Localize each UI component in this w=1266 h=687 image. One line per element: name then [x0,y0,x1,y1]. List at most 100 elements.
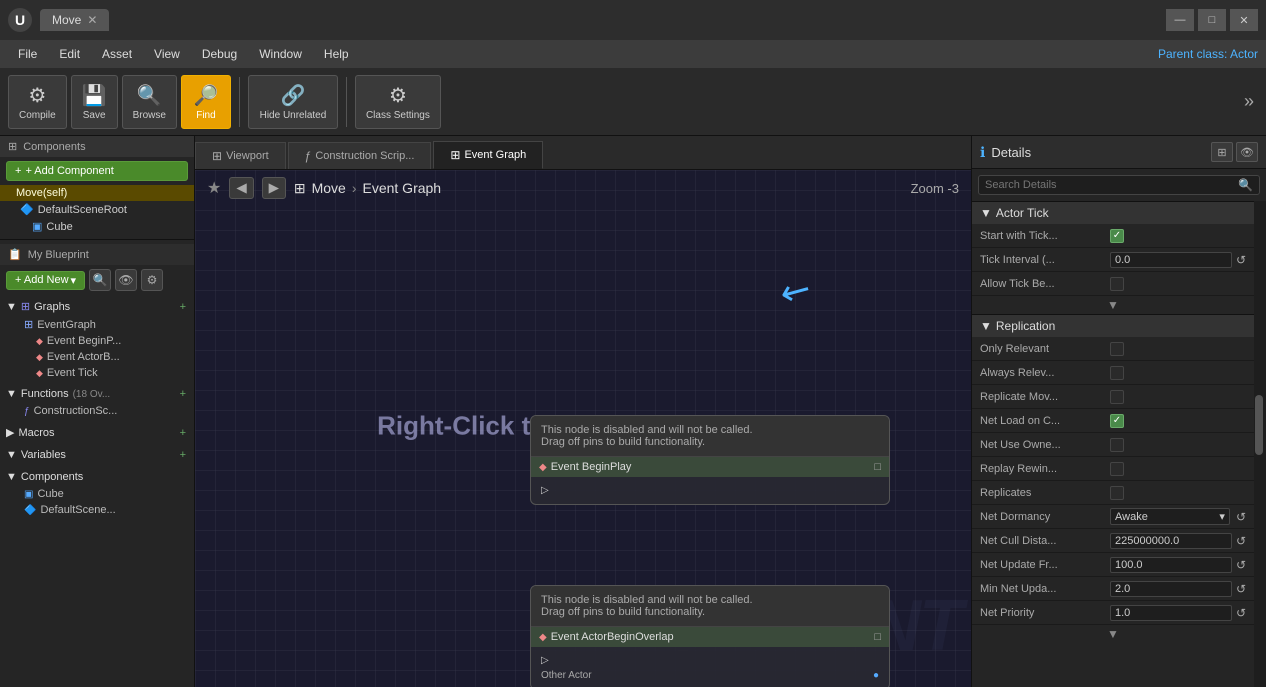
menu-view[interactable]: View [144,45,190,63]
cull-reset-icon[interactable]: ↺ [1236,534,1246,548]
event-graph-item[interactable]: ⊞ EventGraph [0,316,194,333]
search-input[interactable] [985,179,1238,191]
event-actor-begin-item[interactable]: ◆ Event ActorB... [0,349,194,365]
right-scroll-thumb[interactable] [1255,395,1263,455]
variables-add-button[interactable]: + [180,449,186,461]
prop-net-update-freq-input[interactable] [1110,557,1232,573]
node1-collapse-button[interactable]: □ [874,461,881,473]
event-tick-item[interactable]: ◆ Event Tick [0,365,194,381]
prop-replay-rewind-checkbox[interactable] [1110,462,1124,476]
prop-allow-tick-checkbox[interactable] [1110,277,1124,291]
nav-back-button[interactable]: ◀ [229,177,253,199]
macros-add-button[interactable]: + [180,427,186,439]
prop-min-net-update-label: Min Net Upda... [980,583,1110,595]
prop-replicate-mov-checkbox[interactable] [1110,390,1124,404]
cube-var-item[interactable]: ▣ Cube [0,486,194,502]
search-icon: 🔍 [1238,178,1253,192]
variables-arrow: ▼ [6,449,17,461]
tick-interval-reset-icon[interactable]: ↺ [1236,253,1246,267]
prop-min-net-update-input[interactable] [1110,581,1232,597]
graphs-add-button[interactable]: + [180,301,186,313]
minimize-button[interactable]: — [1166,9,1194,31]
prop-tick-interval-value: ↺ [1110,252,1246,268]
min-update-reset-icon[interactable]: ↺ [1236,582,1246,596]
prop-net-use-owner-checkbox[interactable] [1110,438,1124,452]
menu-file[interactable]: File [8,45,47,63]
cube-component-label: Cube [46,221,72,233]
node2-msg-line2: Drag off pins to build functionality. [541,606,879,618]
zoom-label: Zoom -3 [911,181,959,196]
graphs-section-header[interactable]: ▼ ⊞ Graphs + [0,297,194,316]
actor-tick-header[interactable]: ▼ Actor Tick [972,201,1254,224]
functions-section-header[interactable]: ▼ Functions (18 Ov... + [0,385,194,403]
replication-header[interactable]: ▼ Replication [972,314,1254,337]
maximize-button[interactable]: □ [1198,9,1226,31]
tab-viewport[interactable]: ⊞ Move Viewport [195,142,286,169]
menu-help[interactable]: Help [314,45,359,63]
prop-only-relevant-checkbox[interactable] [1110,342,1124,356]
replication-bottom-arrow[interactable]: ▼ [972,625,1254,643]
nav-forward-button[interactable]: ▶ [262,177,286,199]
menu-debug[interactable]: Debug [192,45,247,63]
tab-event-graph[interactable]: ⊞ Event Graph [433,141,543,169]
tab-close-icon[interactable]: ✕ [87,13,97,27]
find-button[interactable]: 🔎 Find [181,75,231,129]
priority-reset-icon[interactable]: ↺ [1236,606,1246,620]
blueprint-eye-button[interactable]: 👁 [115,269,137,291]
node2-collapse-button[interactable]: □ [874,631,881,643]
event-tick-label: Event Tick [47,367,98,379]
components-section-header[interactable]: ⊞ Components [0,136,194,157]
hide-unrelated-icon: 🔗 [281,83,306,108]
add-new-button[interactable]: + Add New ▾ [6,271,85,290]
prop-net-dormancy-select[interactable]: Awake ▾ [1110,508,1230,525]
event-begin-play-item[interactable]: ◆ Event BeginP... [0,333,194,349]
details-grid-button[interactable]: ⊞ [1211,142,1233,162]
default-scene-var-item[interactable]: 🔷 DefaultScene... [0,502,194,518]
right-inner: ▼ Actor Tick Start with Tick... Tick Int… [972,201,1266,687]
prop-net-cull-input[interactable] [1110,533,1232,549]
prop-always-relevant-checkbox[interactable] [1110,366,1124,380]
tree-item-cube-component[interactable]: ▣ Cube [0,218,194,235]
class-settings-button[interactable]: ⚙ Class Settings [355,75,441,129]
node1-header-label: Event BeginPlay [551,461,632,473]
components-sub-arrow: ▼ [6,471,17,483]
close-button[interactable]: ✕ [1230,9,1258,31]
prop-replicate-mov-label: Replicate Mov... [980,391,1110,403]
blueprint-settings-button[interactable]: ⚙ [141,269,163,291]
prop-start-tick-checkbox[interactable] [1110,229,1124,243]
menu-window[interactable]: Window [249,45,312,63]
menu-edit[interactable]: Edit [49,45,90,63]
update-freq-reset-icon[interactable]: ↺ [1236,558,1246,572]
tree-item-move-self[interactable]: Move(self) [0,185,194,201]
functions-add-button[interactable]: + [180,388,186,400]
title-tab[interactable]: Move ✕ [40,9,109,31]
dormancy-reset-icon[interactable]: ↺ [1236,510,1246,524]
prop-tick-interval-input[interactable] [1110,252,1232,268]
components-sub-header[interactable]: ▼ Components [0,468,194,486]
prop-net-priority-input[interactable] [1110,605,1232,621]
menu-asset[interactable]: Asset [92,45,142,63]
variables-section-header[interactable]: ▼ Variables + [0,446,194,464]
tree-item-default-scene-root[interactable]: 🔷 DefaultSceneRoot [0,201,194,218]
prop-net-load-checkbox[interactable] [1110,414,1124,428]
blueprint-search-button[interactable]: 🔍 [89,269,111,291]
section-collapse-arrow[interactable]: ▼ [972,296,1254,314]
node-event-begin-play: This node is disabled and will not be ca… [530,415,890,505]
prop-replicates-checkbox[interactable] [1110,486,1124,500]
blueprint-canvas[interactable]: ★ ◀ ▶ ⊞ Move › Event Graph Zoom -3 Right… [195,170,971,687]
save-button[interactable]: 💾 Save [71,75,118,129]
tab-construction[interactable]: ƒ Construction Scrip... [288,142,432,169]
add-component-button[interactable]: + + Add Component [6,161,188,181]
right-scrollbar[interactable] [1254,201,1266,687]
actor-tick-section: ▼ Actor Tick Start with Tick... Tick Int… [972,201,1254,314]
toolbar-expand-button[interactable]: » [1240,87,1258,116]
construction-script-item[interactable]: ƒ ConstructionSc... [0,403,194,419]
compile-button[interactable]: ⚙ Compile [8,75,67,129]
node2-actor-pin: Other Actor ● [541,668,879,683]
macros-section-header[interactable]: ▶ Macros + [0,423,194,442]
browse-button[interactable]: 🔍 Browse [122,75,177,129]
favorite-button[interactable]: ★ [207,178,221,198]
hide-unrelated-button[interactable]: 🔗 Hide Unrelated [248,75,338,129]
details-eye-button[interactable]: 👁 [1236,142,1258,162]
node-event-actor-overlap: This node is disabled and will not be ca… [530,585,890,687]
